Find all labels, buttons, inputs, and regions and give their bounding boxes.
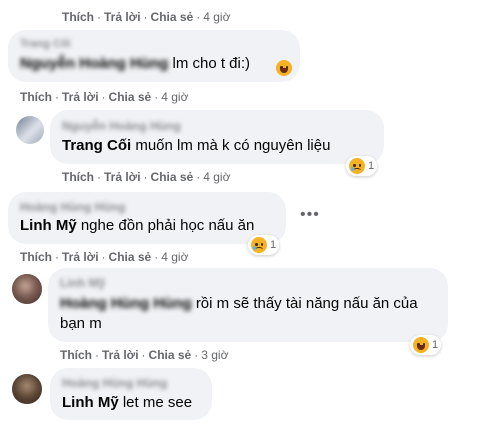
comment-time[interactable]: 4 giờ bbox=[203, 170, 230, 184]
reaction-count[interactable]: 1 bbox=[410, 335, 442, 355]
comment-time[interactable]: 4 giờ bbox=[203, 10, 230, 24]
reply-link[interactable]: Trả lời bbox=[104, 170, 141, 184]
comment-bubble: Nguyễn Hoàng Hùng Trang Cối muốn lm mà k… bbox=[50, 110, 384, 164]
grinning-emoji-icon bbox=[276, 60, 292, 76]
comment-time[interactable]: 3 giờ bbox=[201, 348, 228, 362]
commenter-name[interactable]: Linh Mỹ bbox=[60, 276, 105, 290]
comment-time[interactable]: 4 giờ bbox=[161, 250, 188, 264]
commenter-name[interactable]: Trang Cối bbox=[20, 38, 71, 50]
comment-bubble: Hoàng Hùng Hùng Linh Mỹ nghe đồn phải họ… bbox=[8, 192, 286, 244]
share-link[interactable]: Chia sẻ bbox=[149, 348, 192, 362]
reply-link[interactable]: Trả lời bbox=[104, 10, 141, 24]
share-link[interactable]: Chia sẻ bbox=[109, 250, 152, 264]
mention-tag[interactable]: Hoàng Hùng Hùng bbox=[60, 295, 192, 312]
sad-emoji-icon bbox=[349, 158, 365, 174]
reaction-count[interactable]: 1 bbox=[248, 235, 280, 255]
avatar[interactable] bbox=[12, 374, 42, 404]
commenter-name[interactable]: Hoàng Hùng Hùng bbox=[62, 376, 167, 390]
comment-bubble: Linh Mỹ Hoàng Hùng Hùng rồi m sẽ thấy tà… bbox=[48, 268, 448, 342]
avatar[interactable] bbox=[16, 116, 44, 144]
reply-link[interactable]: Trả lời bbox=[62, 90, 99, 104]
like-link[interactable]: Thích bbox=[20, 250, 52, 264]
share-link[interactable]: Chia sẻ bbox=[151, 170, 194, 184]
sad-emoji-icon bbox=[251, 237, 267, 253]
like-link[interactable]: Thích bbox=[62, 170, 94, 184]
share-link[interactable]: Chia sẻ bbox=[109, 90, 152, 104]
comment-actions: Thích · Trả lời · Chia sẻ · 4 giờ bbox=[20, 250, 189, 264]
commenter-name[interactable]: Hoàng Hùng Hùng bbox=[20, 200, 125, 214]
comment-text: Linh Mỹ let me see bbox=[62, 394, 193, 411]
reply-link[interactable]: Trả lời bbox=[62, 250, 99, 264]
comment-actions: Thích · Trả lời · Chia sẻ · 4 giờ bbox=[62, 10, 231, 24]
like-link[interactable]: Thích bbox=[20, 90, 52, 104]
comment-text: Trang Cối muốn lm mà k có nguyên liệu bbox=[62, 137, 331, 154]
reply-link[interactable]: Trả lời bbox=[102, 348, 139, 362]
commenter-name[interactable]: Nguyễn Hoàng Hùng bbox=[62, 119, 181, 133]
like-link[interactable]: Thích bbox=[60, 348, 92, 362]
like-link[interactable]: Thích bbox=[62, 10, 94, 24]
comment-bubble: Trang Cối Nguyễn Hoàng Hùng lm cho t đi:… bbox=[8, 30, 300, 82]
comment-actions: Thích · Trả lời · Chia sẻ · 3 giờ bbox=[60, 348, 229, 362]
mention-tag[interactable]: Nguyễn Hoàng Hùng bbox=[20, 55, 168, 72]
comment-actions: Thích · Trả lời · Chia sẻ · 4 giờ bbox=[20, 90, 189, 104]
comment-time[interactable]: 4 giờ bbox=[161, 90, 188, 104]
laugh-emoji-icon bbox=[413, 337, 429, 353]
comment-text: Linh Mỹ nghe đồn phải học nấu ăn bbox=[20, 217, 255, 234]
comment-text: Hoàng Hùng Hùng rồi m sẽ thấy tài năng n… bbox=[60, 295, 418, 332]
comment-bubble: Hoàng Hùng Hùng Linh Mỹ let me see bbox=[50, 368, 212, 420]
mention-tag[interactable]: Trang Cối bbox=[62, 137, 131, 154]
comment-text: Nguyễn Hoàng Hùng lm cho t đi:) bbox=[20, 55, 251, 72]
mention-tag[interactable]: Linh Mỹ bbox=[62, 394, 119, 411]
share-link[interactable]: Chia sẻ bbox=[151, 10, 194, 24]
avatar[interactable] bbox=[12, 274, 42, 304]
mention-tag[interactable]: Linh Mỹ bbox=[20, 217, 77, 234]
more-options-icon[interactable]: ••• bbox=[300, 206, 320, 224]
comment-actions: Thích · Trả lời · Chia sẻ · 4 giờ bbox=[62, 170, 231, 184]
reaction-count[interactable]: 1 bbox=[346, 156, 378, 176]
